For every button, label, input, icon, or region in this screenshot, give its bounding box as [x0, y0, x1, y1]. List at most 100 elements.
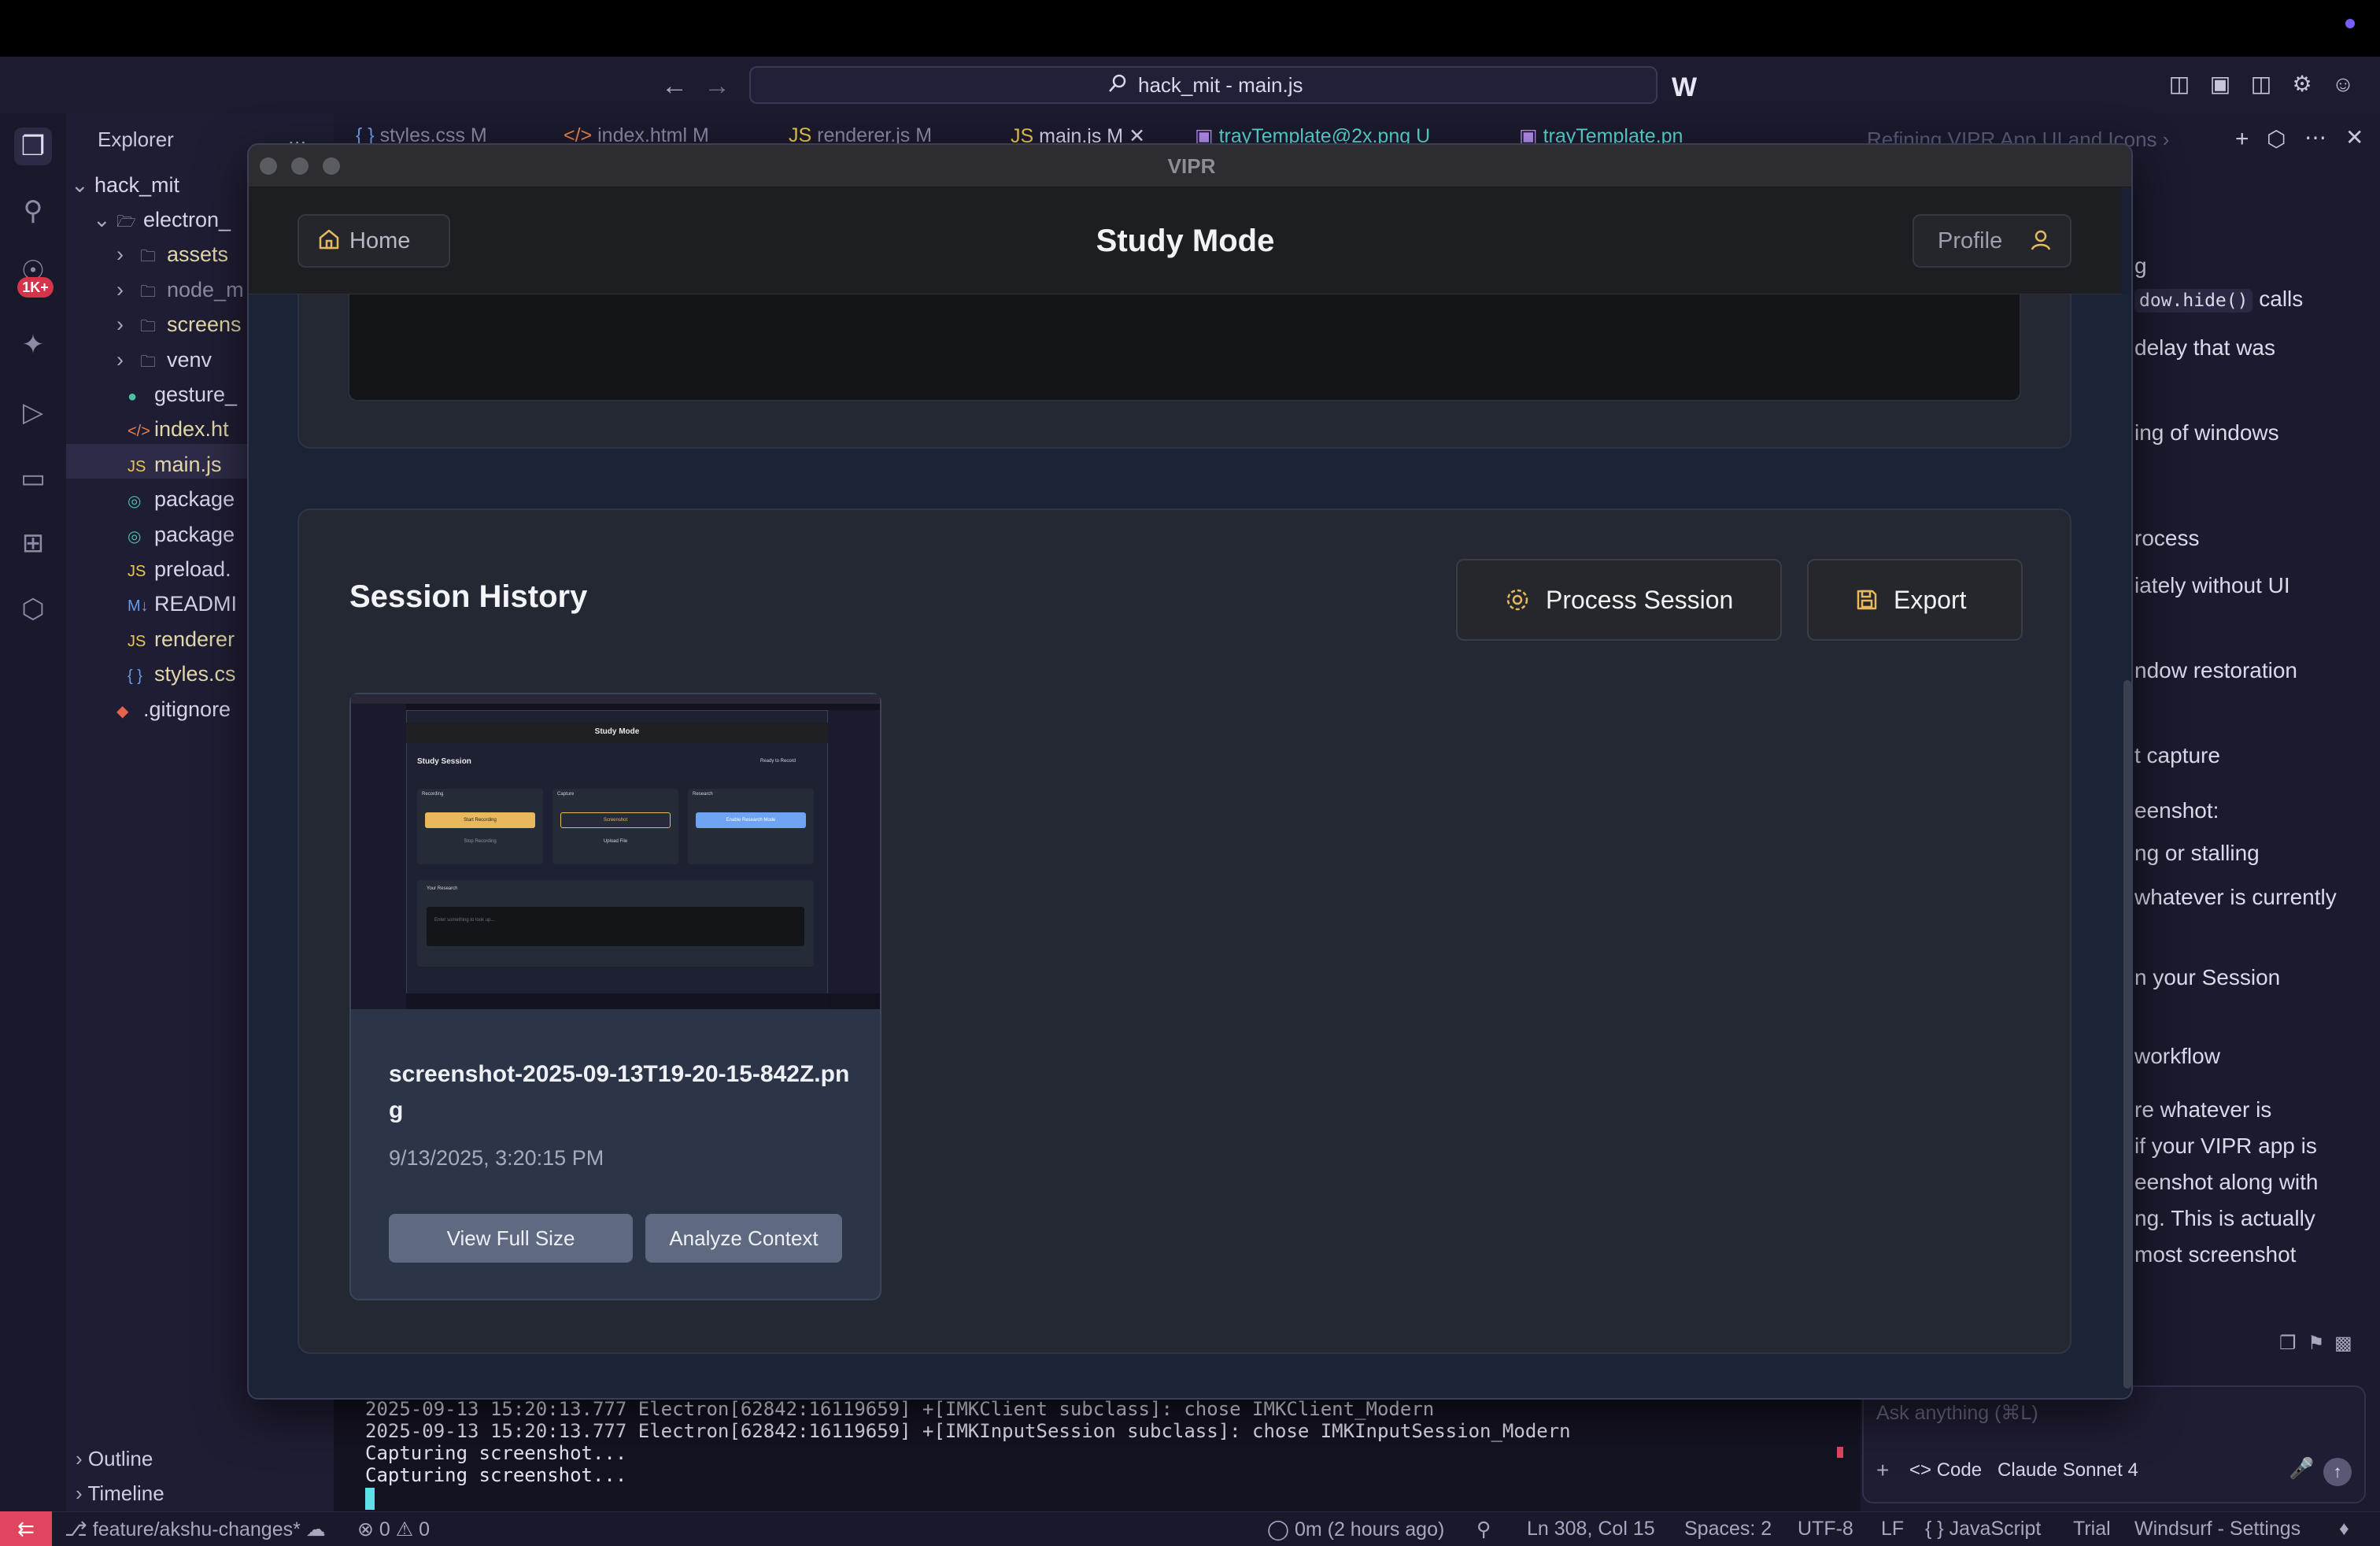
md-icon: M↓ [128, 597, 149, 616]
page-title: Study Mode [1096, 224, 1275, 258]
explorer-files-icon[interactable]: ❐ [14, 128, 52, 165]
toggle-panel-icon[interactable]: ▣ [2208, 72, 2232, 96]
trial-status[interactable]: Trial [2073, 1518, 2111, 1540]
chat-text-line: t capture [2134, 743, 2220, 767]
chat-text-line: dow.hide() calls [2134, 287, 2303, 313]
folder-icon: 🗀 [140, 318, 156, 336]
more-icon[interactable]: ⋯ [2304, 124, 2326, 150]
chat-text-line: most screenshot [2134, 1242, 2297, 1267]
thumb-ready: Ready to Record [760, 759, 796, 764]
notifications-bell-icon[interactable]: ♦ [2339, 1518, 2349, 1540]
forward-arrow-icon[interactable]: → [704, 71, 730, 102]
windsurf-logo[interactable]: W [1672, 72, 1697, 103]
problems-indicator[interactable]: ⊗ 0 ⚠ 0 [357, 1518, 430, 1541]
extensions-icon[interactable]: ⊞ [14, 524, 52, 562]
tree-item[interactable]: JS preload. [128, 557, 231, 582]
tree-item[interactable]: JS main.js [128, 453, 222, 477]
tree-item[interactable]: › 🗀 venv [116, 348, 212, 377]
new-chat-icon[interactable]: + [2235, 126, 2249, 153]
process-session-label: Process Session [1546, 586, 1734, 614]
code-mode-toggle[interactable]: <> Code [1909, 1459, 1982, 1481]
tree-item-label: .gitignore [143, 697, 231, 721]
thumb-start-button: Start Recording [425, 812, 535, 828]
chat-text-line: n your Session [2134, 965, 2281, 989]
screenshot-filename: screenshot-2025-09-13T19-20-15-842Z.png [389, 1061, 850, 1123]
chat-text-line: ing of windows [2134, 420, 2279, 445]
tree-item-label: READMI [154, 592, 238, 616]
remote-explorer-icon[interactable]: ▭ [14, 460, 52, 497]
tree-item[interactable]: M↓ READMI [128, 592, 237, 616]
encoding[interactable]: UTF-8 [1798, 1518, 1853, 1540]
tree-item-label: styles.cs [154, 662, 236, 686]
chevron-icon: ⌄ [93, 208, 111, 231]
send-icon[interactable]: ↑ [2323, 1458, 2352, 1486]
close-panel-icon[interactable]: ✕ [2345, 124, 2363, 150]
windsurf-settings[interactable]: Windsurf - Settings [2134, 1518, 2301, 1540]
tree-item[interactable]: ⌄ 🗁 electron_ [93, 208, 231, 237]
chat-text-line: if your VIPR app is [2134, 1134, 2317, 1158]
view-full-size-button[interactable]: View Full Size [389, 1214, 633, 1263]
menu-bar [0, 0, 2380, 57]
tree-item[interactable]: ◎ package [128, 523, 235, 547]
tree-item-label: preload. [154, 557, 231, 581]
tree-item[interactable]: ◆ .gitignore [116, 697, 231, 722]
tree-item[interactable]: ◎ package [128, 487, 235, 512]
chevron-icon: › [116, 313, 124, 337]
tree-item[interactable]: JS renderer [128, 627, 235, 652]
json-icon: ◎ [128, 493, 142, 511]
vipr-scrollbar-thumb[interactable] [2123, 680, 2131, 1389]
git-blame-time[interactable]: ◯ 0m (2 hours ago) [1267, 1518, 1444, 1541]
model-selector[interactable]: Claude Sonnet 4 [1998, 1459, 2138, 1481]
toggle-secondary-sidebar-icon[interactable]: ◫ [2249, 72, 2273, 96]
account-icon[interactable]: ☺ [2331, 72, 2355, 96]
terminal-line: 2025-09-13 15:20:13.777 Electron[62842:1… [365, 1398, 1435, 1420]
tree-item[interactable]: › 🗀 node_m [116, 278, 244, 307]
chat-text-line: rocess [2134, 526, 2200, 550]
save-icon [1854, 587, 1879, 616]
add-context-icon[interactable]: + [1876, 1458, 1889, 1483]
search-icon [1107, 72, 1129, 98]
tree-item[interactable]: </> index.ht [128, 417, 229, 442]
line-ending[interactable]: LF [1881, 1518, 1904, 1540]
thumb-chat-panel [828, 710, 880, 993]
back-arrow-icon[interactable]: ← [661, 71, 688, 102]
session-history-title: Session History [349, 579, 588, 614]
microphone-icon[interactable]: 🎤 [2289, 1456, 2314, 1481]
timeline-section[interactable]: › Timeline [76, 1481, 164, 1506]
language-mode[interactable]: { } JavaScript [1925, 1518, 2041, 1540]
cube-icon[interactable]: ⬡ [2267, 126, 2286, 152]
analyze-context-button[interactable]: Analyze Context [645, 1214, 842, 1263]
tree-item[interactable]: › 🗀 assets [116, 242, 228, 272]
outline-section[interactable]: › Outline [76, 1447, 153, 1471]
chat-text-line: g [2134, 253, 2147, 278]
toggle-sidebar-icon[interactable]: ◫ [2168, 72, 2191, 96]
thumb-research-label: Research [693, 792, 713, 797]
remote-indicator-icon[interactable]: ⇇ [0, 1511, 52, 1546]
thumb-your-research: Your Research [427, 886, 458, 891]
zoom-icon[interactable]: ⚲ [1476, 1518, 1491, 1541]
chat-text-line: workflow [2134, 1044, 2220, 1068]
chat-text-line: whatever is currently [2134, 885, 2337, 909]
export-label: Export [1894, 586, 1967, 614]
copy-icon[interactable]: ❐ [2279, 1332, 2297, 1355]
bookmark-icon[interactable]: ⚑ [2308, 1332, 2325, 1355]
stats-icon[interactable]: ▩ [2334, 1332, 2352, 1355]
tree-item[interactable]: › 🗀 screens [116, 313, 242, 342]
git-branch[interactable]: ⎇ feature/akshu-changes* ☁ [65, 1518, 326, 1541]
gear-icon[interactable]: ⚙ [2290, 72, 2314, 96]
tree-item[interactable]: { } styles.cs [128, 662, 236, 686]
cursor-position[interactable]: Ln 308, Col 15 [1527, 1518, 1655, 1540]
thumb-recording-label: Recording [422, 792, 444, 797]
research-textarea[interactable] [348, 294, 2021, 401]
search-sidebar-icon[interactable]: ⚲ [14, 192, 52, 230]
thumb-input [427, 907, 804, 946]
tree-item-label: gesture_ [154, 383, 238, 406]
ai-sparkle-icon[interactable]: ✦ [14, 326, 52, 364]
tree-root[interactable]: ⌄ hack_mit [71, 173, 179, 198]
status-dot-icon [2345, 19, 2355, 28]
run-debug-icon[interactable]: ▷ [14, 394, 52, 431]
indentation[interactable]: Spaces: 2 [1684, 1518, 1772, 1540]
tree-item[interactable]: ● gesture_ [128, 383, 237, 407]
screenshot-thumbnail[interactable]: Study Mode Study Session Ready to Record… [351, 694, 880, 1009]
package-icon[interactable]: ⬡ [14, 590, 52, 628]
